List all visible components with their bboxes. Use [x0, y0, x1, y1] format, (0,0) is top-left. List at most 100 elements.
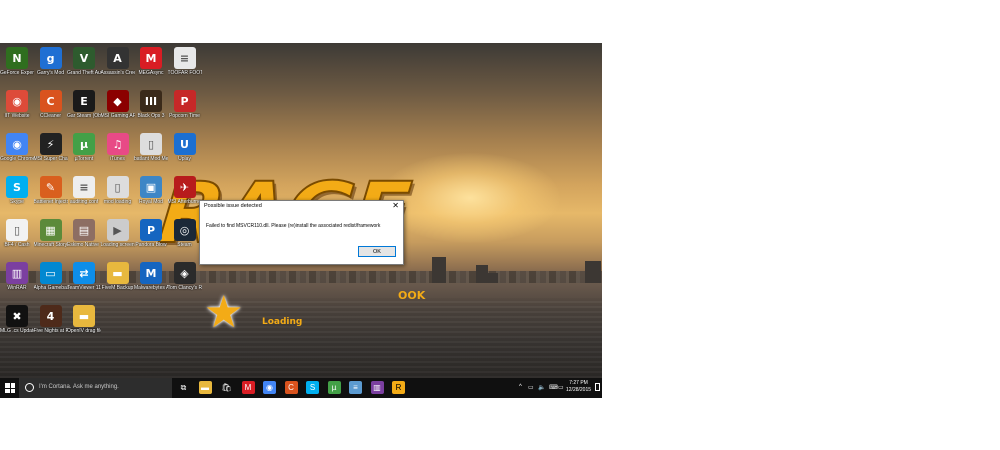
desktop-icon[interactable]: III Black Ops 3 [134, 90, 168, 119]
rage-logo-tag: OOK [398, 289, 426, 302]
desktop-icon[interactable]: ✖MLG .cs Update 1 [0, 305, 34, 334]
desktop-icon[interactable]: ▯batlant Mod Menu [134, 133, 168, 162]
desktop-icon-label: Five Nights at Freddy's... [33, 328, 68, 334]
desktop-icon-label: Battlenet Injector [33, 199, 68, 205]
nvidia-icon: N [6, 47, 28, 69]
chevron-up-icon[interactable]: ^ [519, 384, 522, 390]
utorrent-icon[interactable]: µ [327, 381, 341, 394]
desktop-icon[interactable]: 4Five Nights at Freddy's... [34, 305, 68, 334]
desktop-icon-label: Uplay [178, 156, 191, 162]
keyboard-icon[interactable]: ⌨ [549, 384, 558, 391]
desktop-icon[interactable]: ▥ WinRAR [0, 262, 34, 291]
desktop-icon[interactable]: U Uplay [168, 133, 202, 162]
desktop-icon[interactable]: ◆MSI Gaming APP [101, 90, 135, 119]
desktop-icon-label: Alpha Gamebase [33, 285, 68, 291]
steam-icon: ◎ [173, 219, 196, 241]
winrar-icon[interactable]: ▥ [370, 381, 384, 394]
notepad-icon[interactable]: ≡ [349, 381, 362, 394]
ccleaner-icon[interactable]: C [284, 381, 298, 394]
desktop-icon-label: µTorrent [74, 156, 94, 162]
desktop-icon-label: Tom Clancy's Rainbow Si... [167, 285, 202, 291]
ccleaner-icon: C [39, 90, 62, 112]
desktop-icon[interactable]: P Pandora Blow [134, 219, 168, 248]
desktop-icon-label: Royal Mod [139, 199, 163, 205]
desktop-icon-label: MSI Super Charger [33, 156, 68, 162]
close-icon[interactable]: ✕ [392, 201, 399, 210]
malwarebytes-icon: M [140, 262, 162, 284]
desktop-icon[interactable]: NGeForce Experience [0, 47, 34, 76]
injector-icon: ✎ [39, 176, 62, 198]
dialog-title: Possible issue detected [204, 203, 262, 209]
desktop-icon-label: Eskimo Native Tunes [67, 242, 101, 248]
fnaf-icon: 4 [39, 305, 62, 327]
mega-icon[interactable]: M [241, 381, 255, 394]
desktop-icon[interactable]: ▯ mod loading [101, 176, 135, 205]
desktop-icon-label: OpenIV drag files [67, 328, 101, 334]
msi-charger-icon: ⚡ [39, 133, 62, 155]
desktop-icon[interactable]: ◉ IIT Website [0, 90, 34, 119]
desktop-icon[interactable]: g Garry's Mod [34, 47, 68, 76]
volume-icon[interactable]: 🔈 [538, 384, 545, 391]
desktop-icon[interactable]: EGar Steam (Oblivion Rom) [67, 90, 101, 119]
desktop-icon-label: Pandora Blow [135, 242, 167, 248]
chrome-icon: ◉ [6, 133, 28, 155]
desktop-icon-label: batlant Mod Menu [134, 156, 168, 162]
task-view-icon[interactable]: ⧉ [177, 381, 190, 394]
desktop-icon[interactable]: ▬ FiveM Backup [101, 262, 135, 291]
desktop-icon[interactable]: ▤Eskimo Native Tunes [67, 219, 101, 248]
desktop-icon-label: Steam [177, 242, 192, 248]
desktop-icon[interactable]: ◈Tom Clancy's Rainbow Si... [168, 262, 202, 291]
desktop-icon-label: WinRAR [7, 285, 27, 291]
file-icon: ▯ [6, 219, 28, 241]
skype-icon[interactable]: S [306, 381, 319, 394]
desktop-icon[interactable]: ▣ Royal Mod [134, 176, 168, 205]
desktop-icon[interactable]: AAssassin's Creed IV [101, 47, 135, 76]
ok-button[interactable]: OK [358, 246, 396, 257]
msi-icon: ◆ [106, 90, 129, 112]
network-icon[interactable]: ▭ [528, 384, 534, 391]
desktop-icon-label: Google Chrome [0, 156, 34, 162]
mlg-icon: ✖ [6, 305, 28, 327]
desktop-icon-label: Assassin's Creed IV [100, 70, 135, 76]
desktop-icon[interactable]: M MEGAsync [134, 47, 168, 76]
rage-app-icon[interactable]: R [392, 381, 405, 394]
desktop-icon[interactable]: ✈ MSI Afterburner [168, 176, 202, 205]
star-icon: ★ [204, 288, 244, 337]
desktop-icon[interactable]: ◎ Steam [168, 219, 202, 248]
desktop-icon[interactable]: ▬OpenIV drag files [67, 305, 101, 334]
video-file-icon: ▶ [106, 219, 129, 241]
cortana-icon [25, 383, 34, 392]
taskbar: I'm Cortana. Ask me anything. ⧉ ▬ 🛍 M ◉ C Sµ ≡ ▥… [0, 378, 602, 398]
desktop-icon[interactable]: C CCleaner [34, 90, 68, 119]
desktop-icon[interactable]: MMalwarebytes Anti-Malw... [134, 262, 168, 291]
dialog-message: Failed to find MSVCR110.dll. Please (re)… [206, 223, 381, 229]
desktop-icon[interactable]: VGrand Theft Auto V [67, 47, 101, 76]
desktop-icon[interactable]: ♫ iTunes [101, 133, 135, 162]
file-explorer-icon[interactable]: ▬ [198, 381, 212, 394]
desktop-icon[interactable]: ▭Alpha Gamebase [34, 262, 68, 291]
message-icon[interactable]: ▭ [558, 384, 564, 391]
text-file-icon: ≡ [73, 176, 95, 198]
desktop-icon[interactable]: ▦Minecraft Story Mode [34, 219, 68, 248]
desktop-icon[interactable]: ▶Loading screen.avi [101, 219, 135, 248]
desktop-icon[interactable]: P Popcorn Time [168, 90, 202, 119]
clock-date: 12/28/2015 [566, 387, 592, 393]
desktop-icon[interactable]: ✎ Battlenet Injector [34, 176, 68, 205]
desktop-icon-label: BF4 / Cash [4, 242, 30, 248]
desktop-icon[interactable]: µ µTorrent [67, 133, 101, 162]
desktop-icon[interactable]: ⇄ TeamViewer 11 [67, 262, 101, 291]
desktop-icon[interactable]: ≡ auditing.conf [67, 176, 101, 205]
desktop-icon[interactable]: ◉ Google Chrome [0, 133, 34, 162]
windows-start-icon[interactable] [5, 383, 15, 393]
store-icon[interactable]: 🛍 [220, 381, 233, 394]
assassins-creed-icon: A [106, 47, 129, 69]
rainbow-six-icon: ◈ [173, 262, 196, 284]
show-desktop-icon[interactable] [595, 383, 600, 391]
desktop-icon[interactable]: ≡TOOFAR FOOTWEAR... [168, 47, 202, 76]
taskbar-clock[interactable]: 7:27 PM 12/28/2015 [566, 380, 591, 394]
desktop-icon[interactable]: ▯ BF4 / Cash [0, 219, 34, 248]
desktop-icon[interactable]: ⚡MSI Super Charger [34, 133, 68, 162]
desktop-icon[interactable]: S Skype [0, 176, 34, 205]
cortana-search-box[interactable]: I'm Cortana. Ask me anything. [19, 378, 172, 398]
chrome-icon[interactable]: ◉ [263, 381, 276, 394]
